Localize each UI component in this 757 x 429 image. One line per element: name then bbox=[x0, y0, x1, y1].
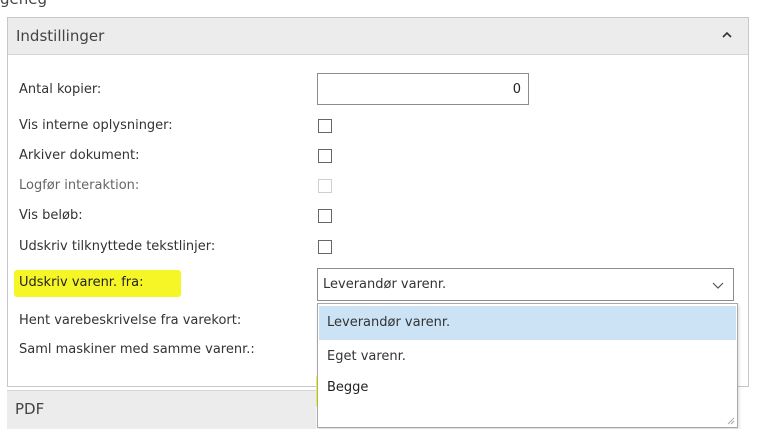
pdf-section-title: PDF bbox=[15, 400, 45, 418]
copies-label: Antal kopier: bbox=[19, 82, 102, 97]
dropdown-option-both[interactable]: Begge bbox=[319, 374, 736, 408]
dropdown-list: Leverandør varenr. Eget varenr. Begge bbox=[317, 303, 738, 428]
show-amount-label: Vis beløb: bbox=[19, 208, 83, 223]
dropdown-option-label: Leverandør varenr. bbox=[327, 315, 451, 330]
dropdown-option-label: Eget varenr. bbox=[327, 349, 406, 364]
pdf-section-header[interactable]: PDF bbox=[7, 390, 316, 429]
archive-doc-label: Arkiver dokument: bbox=[19, 148, 140, 163]
log-interaction-checkbox bbox=[318, 179, 332, 193]
dropdown-option-label: Begge bbox=[327, 380, 369, 395]
log-interaction-label: Logfør interaktion: bbox=[19, 178, 140, 193]
internal-info-checkbox[interactable] bbox=[318, 119, 332, 133]
dropdown-option-supplier[interactable]: Leverandør varenr. bbox=[319, 306, 736, 340]
internal-info-label: Vis interne oplysninger: bbox=[19, 118, 173, 133]
select-value: Leverandør varenr. bbox=[323, 277, 447, 292]
archive-doc-checkbox[interactable] bbox=[318, 149, 332, 163]
attached-text-checkbox[interactable] bbox=[318, 240, 332, 254]
chevron-up-icon[interactable] bbox=[722, 31, 732, 39]
attached-text-label: Udskriv tilknyttede tekstlinjer: bbox=[19, 239, 216, 254]
clipped-top-label: geneg bbox=[0, 0, 47, 8]
print-item-no-from-select[interactable]: Leverandør varenr. bbox=[317, 268, 734, 301]
show-amount-checkbox[interactable] bbox=[318, 209, 332, 223]
clipped-top-text: geneg bbox=[0, 0, 120, 10]
print-item-no-from-label: Udskriv varenr. fra: bbox=[19, 275, 144, 290]
resize-grip-icon[interactable] bbox=[726, 416, 735, 425]
get-description-label: Hent varebeskrivelse fra varekort: bbox=[19, 313, 242, 328]
settings-panel-title: Indstillinger bbox=[16, 27, 105, 45]
collect-machines-label: Saml maskiner med samme varenr.: bbox=[19, 342, 255, 357]
copies-input[interactable] bbox=[317, 73, 529, 105]
chevron-down-icon bbox=[712, 282, 724, 289]
dropdown-option-own[interactable]: Eget varenr. bbox=[319, 340, 736, 374]
settings-panel-header[interactable]: Indstillinger bbox=[8, 18, 748, 55]
